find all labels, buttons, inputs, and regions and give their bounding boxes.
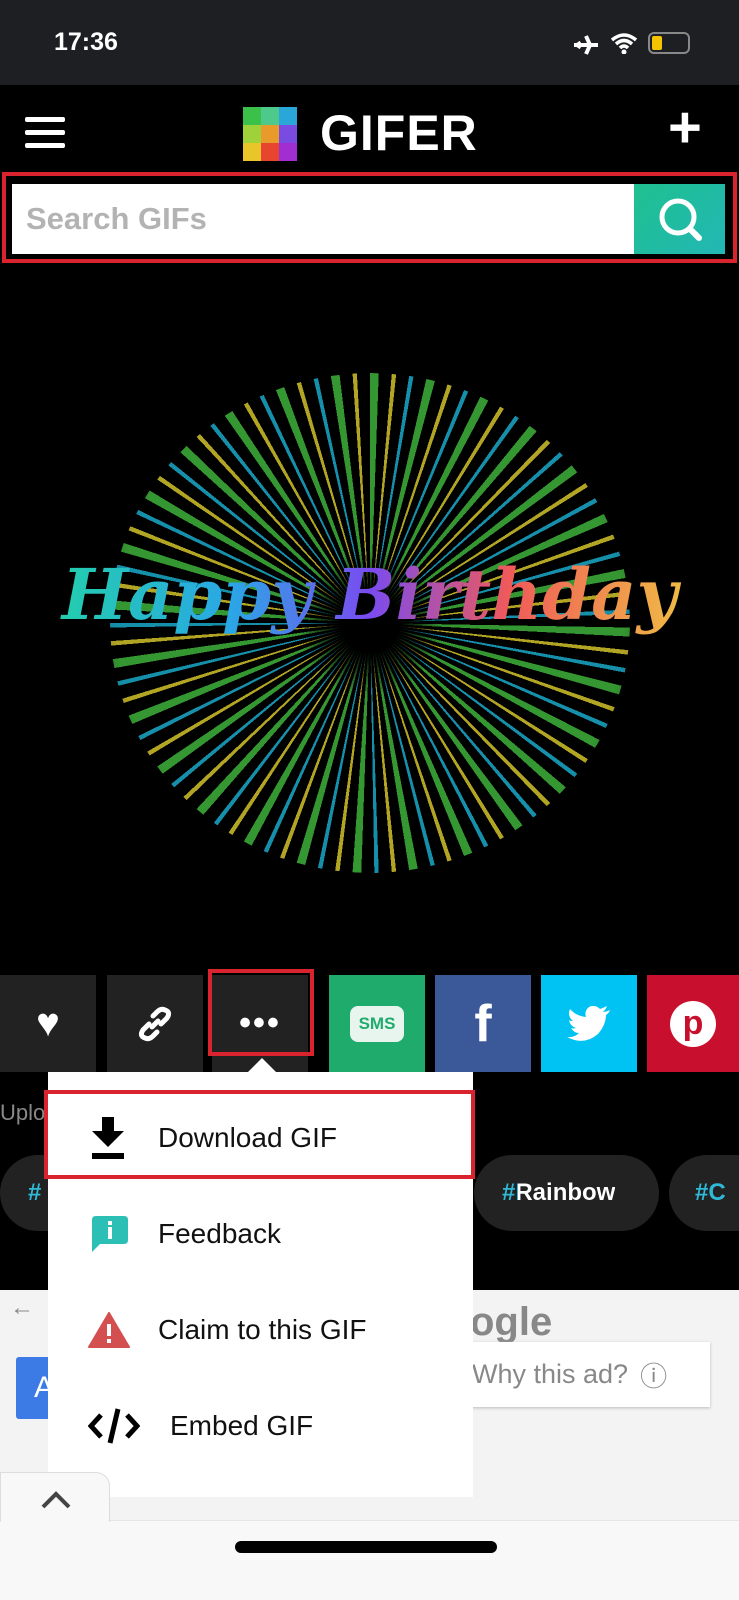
warning-icon bbox=[88, 1312, 158, 1348]
copy-link-button[interactable] bbox=[107, 975, 203, 1072]
tag-chip[interactable]: #C bbox=[669, 1155, 739, 1231]
search-button[interactable] bbox=[634, 184, 725, 254]
browser-bottom-bar bbox=[0, 1520, 739, 1600]
gifer-logo[interactable] bbox=[243, 107, 297, 161]
wifi-icon bbox=[610, 33, 638, 54]
back-arrow-icon[interactable]: ← bbox=[10, 1294, 34, 1322]
brand-name[interactable]: GIFER bbox=[320, 104, 478, 162]
twitter-share-button[interactable] bbox=[541, 975, 637, 1072]
google-logo: ogle bbox=[470, 1300, 553, 1344]
why-this-ad-label: Why this ad? bbox=[472, 1359, 629, 1389]
info-icon: ⓘ bbox=[640, 1362, 668, 1392]
menu-item-feedback[interactable]: Feedback bbox=[48, 1190, 473, 1278]
more-button-highlight bbox=[208, 969, 314, 1056]
search-input[interactable] bbox=[12, 184, 634, 254]
sms-share-button[interactable]: SMS bbox=[329, 975, 425, 1072]
clock: 17:36 bbox=[54, 28, 118, 56]
battery-icon bbox=[648, 32, 690, 54]
pinterest-icon: p bbox=[670, 1000, 716, 1047]
chevron-up-icon bbox=[41, 1491, 71, 1509]
menu-item-label: Feedback bbox=[158, 1218, 281, 1249]
code-icon bbox=[88, 1407, 170, 1445]
menu-item-label: Claim to this GIF bbox=[158, 1314, 367, 1345]
search-bar bbox=[2, 172, 737, 263]
hamburger-icon[interactable] bbox=[25, 117, 65, 149]
popup-pointer bbox=[248, 1058, 276, 1072]
airplane-icon bbox=[574, 35, 598, 55]
twitter-bird-icon bbox=[567, 1005, 610, 1041]
download-gif-highlight bbox=[44, 1090, 475, 1179]
expand-ad-tab[interactable] bbox=[0, 1472, 110, 1522]
info-bubble-icon bbox=[88, 1216, 158, 1252]
sms-icon: SMS bbox=[349, 1005, 405, 1042]
menu-item-label: Embed GIF bbox=[170, 1410, 314, 1441]
why-this-ad-button[interactable]: Why this ad? ⓘ bbox=[460, 1342, 710, 1407]
facebook-share-button[interactable]: f bbox=[435, 975, 531, 1072]
like-button[interactable]: ♥ bbox=[0, 975, 96, 1072]
link-icon bbox=[138, 1006, 172, 1041]
facebook-icon: f bbox=[474, 994, 492, 1053]
search-icon bbox=[659, 198, 702, 241]
tag-chip-rainbow[interactable]: #Rainbow bbox=[474, 1155, 659, 1231]
menu-item-embed[interactable]: Embed GIF bbox=[48, 1382, 473, 1470]
status-bar: 17:36 bbox=[0, 0, 739, 85]
plus-icon[interactable]: + bbox=[668, 94, 702, 161]
heart-icon: ♥ bbox=[36, 1001, 60, 1045]
home-indicator[interactable] bbox=[235, 1541, 497, 1553]
gif-image[interactable]: Happy Birthday bbox=[0, 263, 739, 963]
pinterest-share-button[interactable]: p bbox=[647, 975, 739, 1072]
gif-caption: Happy Birthday bbox=[20, 553, 719, 636]
uploaded-text: Uplo bbox=[0, 1100, 46, 1125]
menu-item-claim[interactable]: Claim to this GIF bbox=[48, 1286, 473, 1374]
